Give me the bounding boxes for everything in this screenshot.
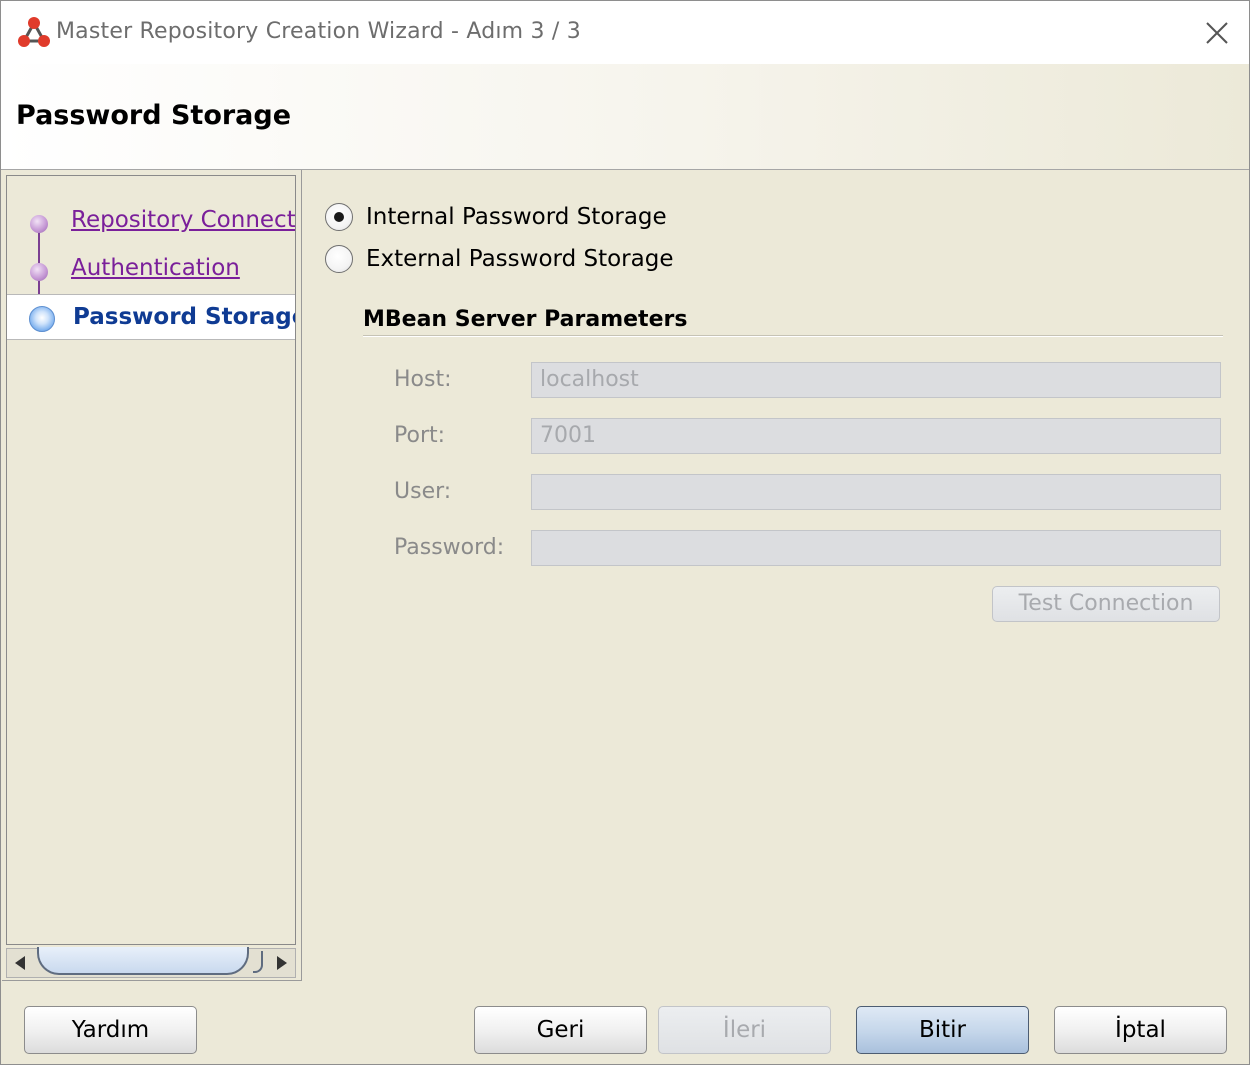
scroll-right-icon[interactable] xyxy=(269,953,293,973)
steps-list: Repository Connectio Authentication Pass… xyxy=(6,175,296,945)
port-field[interactable]: 7001 xyxy=(531,418,1221,454)
external-storage-label[interactable]: External Password Storage xyxy=(366,246,673,272)
wizard-steps-panel: Repository Connectio Authentication Pass… xyxy=(2,170,302,981)
step-current-icon xyxy=(29,306,55,332)
step-repository-connection[interactable]: Repository Connectio xyxy=(71,207,295,233)
wizard-window: Master Repository Creation Wizard - Adım… xyxy=(0,0,1250,1065)
scrollbar-thumb[interactable] xyxy=(37,947,249,975)
help-button[interactable]: Yardım xyxy=(24,1006,197,1054)
host-field[interactable]: localhost xyxy=(531,362,1221,398)
title-bar: Master Repository Creation Wizard - Adım… xyxy=(1,1,1249,64)
section-divider xyxy=(363,335,1223,337)
odi-repository-icon xyxy=(18,17,50,47)
internal-storage-label[interactable]: Internal Password Storage xyxy=(366,204,667,230)
finish-button[interactable]: Bitir xyxy=(856,1006,1029,1054)
step-visited-icon xyxy=(30,215,48,233)
next-button[interactable]: İleri xyxy=(658,1006,831,1054)
steps-horizontal-scrollbar[interactable] xyxy=(6,947,296,978)
host-label: Host: xyxy=(394,367,452,392)
step-visited-icon xyxy=(30,263,48,281)
internal-storage-radio[interactable] xyxy=(325,203,353,231)
wizard-header: Password Storage xyxy=(1,64,1249,170)
radio-selected-dot xyxy=(334,212,344,222)
step-password-storage[interactable]: Password Storage xyxy=(7,294,296,340)
test-connection-button[interactable]: Test Connection xyxy=(992,586,1220,622)
port-label: Port: xyxy=(394,423,446,448)
mbean-section-title: MBean Server Parameters xyxy=(363,307,688,332)
scrollbar-track-end xyxy=(253,951,263,973)
cancel-button[interactable]: İptal xyxy=(1054,1006,1227,1054)
user-field[interactable] xyxy=(531,474,1221,510)
scroll-left-icon[interactable] xyxy=(9,953,33,973)
step-authentication[interactable]: Authentication xyxy=(71,255,240,281)
window-title: Master Repository Creation Wizard - Adım… xyxy=(56,19,581,44)
page-title: Password Storage xyxy=(16,100,292,131)
password-field[interactable] xyxy=(531,530,1221,566)
password-label: Password: xyxy=(394,535,505,560)
close-icon[interactable] xyxy=(1195,11,1239,55)
user-label: User: xyxy=(394,479,452,504)
back-button[interactable]: Geri xyxy=(474,1006,647,1054)
external-storage-radio[interactable] xyxy=(325,245,353,273)
step-label: Password Storage xyxy=(73,304,296,330)
